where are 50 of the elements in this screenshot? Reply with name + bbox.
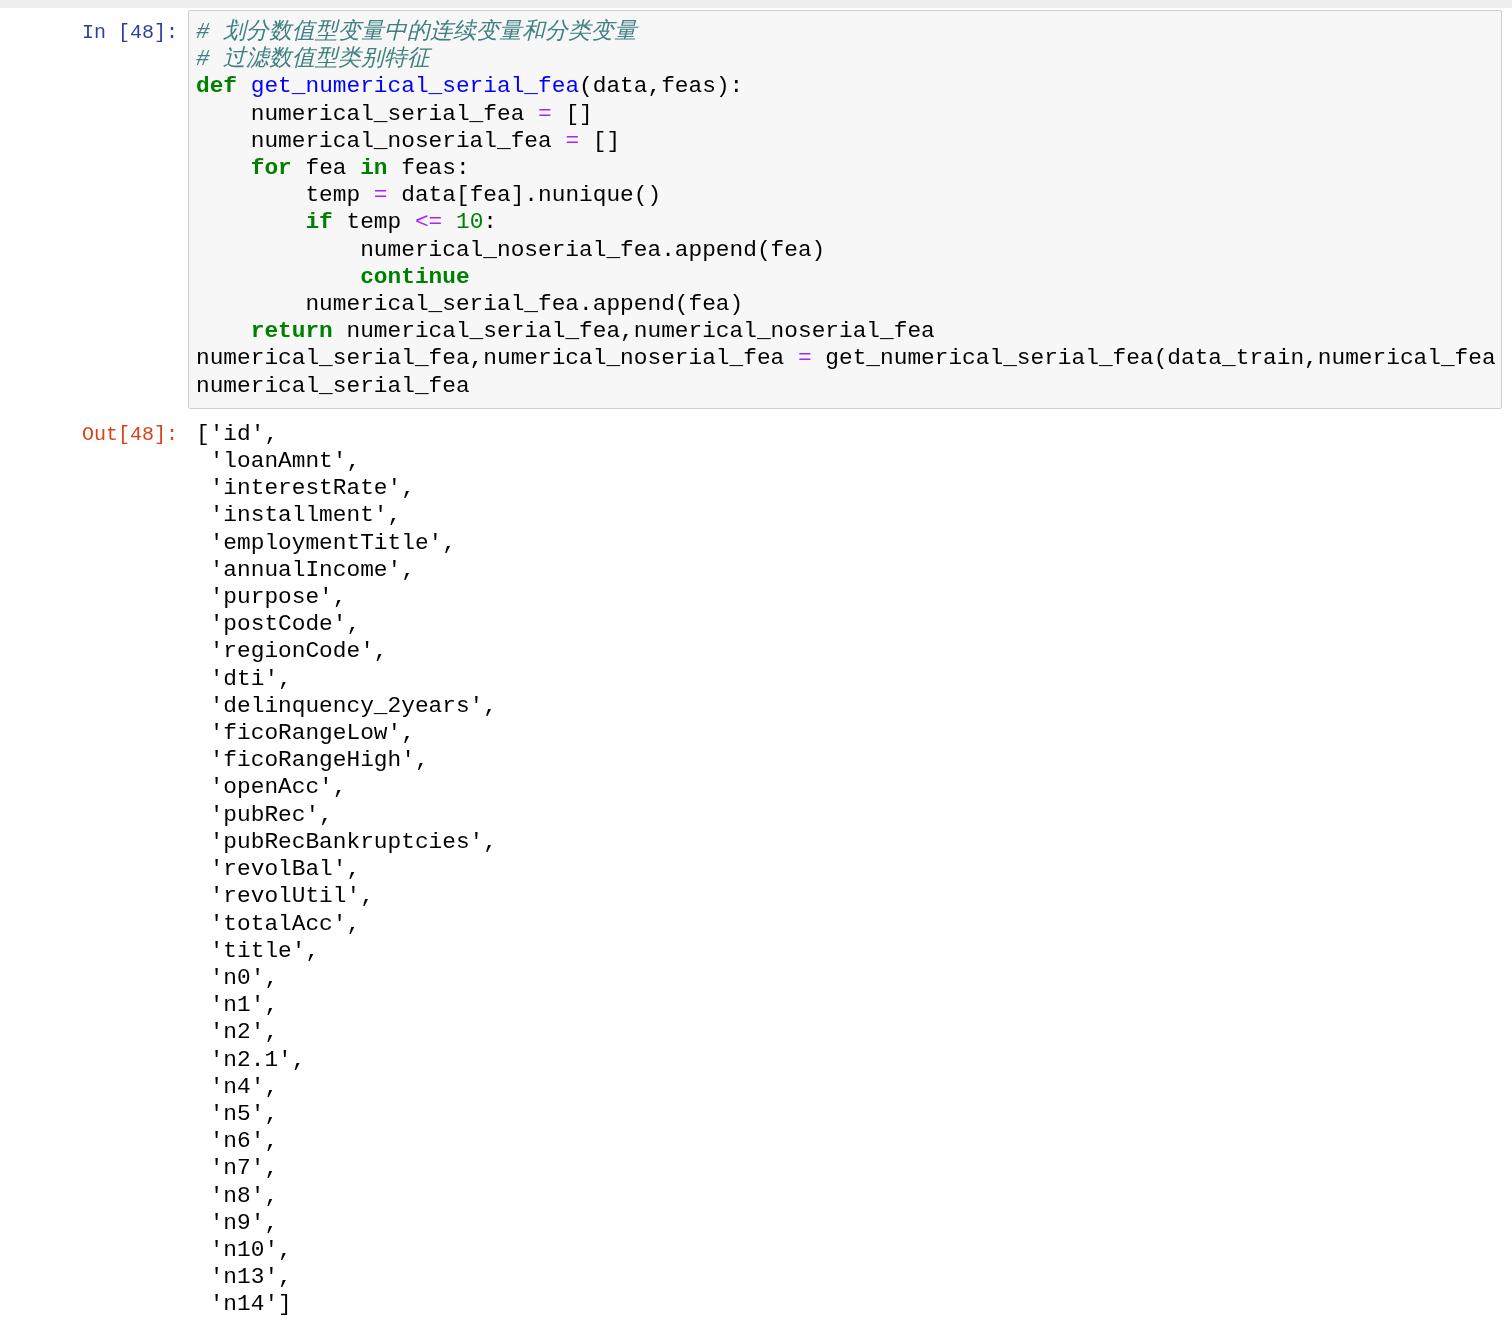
output-line: 'n10', xyxy=(208,1236,292,1265)
code-line: def get_numerical_serial_fea(data,feas): xyxy=(196,73,744,101)
code-line: temp = data[fea].nunique() xyxy=(304,182,662,210)
output-line: 'ficoRangeHigh', xyxy=(208,747,429,775)
output-line: 'n2.1', xyxy=(208,1046,306,1074)
output-line: 'totalAcc', xyxy=(208,910,361,938)
output-line: 'revolUtil', xyxy=(208,883,374,911)
code-line: numerical_serial_fea = [] xyxy=(249,100,593,128)
code-line: numerical_serial_fea.append(fea) xyxy=(304,291,744,319)
code-line: # 过滤数值型类别特征 xyxy=(196,46,431,74)
code-line: for fea in feas: xyxy=(249,155,470,183)
output-line: 'loanAmnt', xyxy=(208,448,361,476)
output-line: 'title', xyxy=(208,937,320,965)
output-line: ['id', xyxy=(196,420,279,449)
code-line: # 划分数值型变量中的连续变量和分类变量 xyxy=(196,19,638,46)
output-line: 'n8', xyxy=(208,1182,279,1210)
output-prompt: Out[48]: xyxy=(82,422,178,446)
code-line: return numerical_serial_fea,numerical_noserial_fea xyxy=(249,318,935,346)
code-line: numerical_noserial_fea.append(fea) xyxy=(359,236,826,264)
output-line: 'delinquency_2years', xyxy=(208,692,497,721)
output-line: 'n0', xyxy=(208,964,279,993)
output-line: 'regionCode', xyxy=(208,638,388,666)
output-line: 'pubRecBankruptcies', xyxy=(208,828,497,857)
output-line: 'n4', xyxy=(208,1073,279,1101)
output-line: 'postCode', xyxy=(208,611,361,639)
output-line: 'n13', xyxy=(208,1264,292,1292)
code-line: continue xyxy=(359,263,470,292)
code-line: numerical_noserial_fea = [] xyxy=(249,127,621,155)
code-line: numerical_serial_fea xyxy=(196,372,470,400)
output-line: 'revolBal', xyxy=(208,856,361,884)
code-line: numerical_serial_fea,numerical_noserial_fea = get_numerical_serial_fea(data_train,numerical_fea xyxy=(196,345,1496,373)
output-line: 'openAcc', xyxy=(208,774,347,802)
output-line: 'n14'] xyxy=(208,1291,292,1319)
output-line: 'n5', xyxy=(208,1100,279,1129)
code-input-area[interactable] xyxy=(188,10,1502,409)
output-line: 'employmentTitle', xyxy=(208,529,456,557)
output-line: 'dti', xyxy=(208,665,292,693)
code-line: if temp <= 10: xyxy=(304,209,497,237)
input-prompt: In [48]: xyxy=(82,21,178,44)
output-line: 'interestRate', xyxy=(208,475,415,503)
output-line: 'n6', xyxy=(208,1128,279,1156)
output-line: 'n9', xyxy=(208,1209,279,1237)
output-line: 'n7', xyxy=(208,1155,279,1183)
output-line: 'installment', xyxy=(208,502,402,530)
output-line: 'annualIncome', xyxy=(208,556,415,585)
output-line: 'n2', xyxy=(208,1019,279,1047)
output-line: 'purpose', xyxy=(208,584,347,612)
output-line: 'pubRec', xyxy=(208,801,333,829)
output-line: 'n1', xyxy=(208,992,279,1020)
output-line: 'ficoRangeLow', xyxy=(208,720,415,748)
